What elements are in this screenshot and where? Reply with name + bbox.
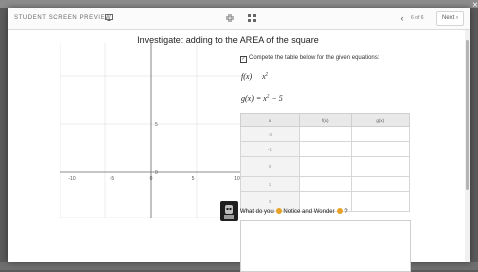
- modal-header: Student Screen Preview ‹ 6 of 6 Next ›: [8, 8, 470, 30]
- notice-suffix: ?: [344, 209, 348, 215]
- fx-input-cell[interactable]: [299, 141, 352, 157]
- table-header-fx: f(x): [299, 113, 352, 127]
- close-button[interactable]: ×: [470, 1, 478, 11]
- student-preview-modal: Student Screen Preview ‹ 6 of 6 Next › ×…: [8, 1, 478, 272]
- cast-icon[interactable]: [105, 14, 113, 21]
- response-input[interactable]: [240, 220, 411, 272]
- table-row: -3: [240, 126, 411, 142]
- g-tail: − 5: [269, 94, 283, 103]
- x-tick-label: 5: [192, 176, 195, 182]
- table-header-gx: g(x): [350, 113, 411, 127]
- page-count: 6 of 6: [411, 15, 424, 21]
- background-strip: [0, 0, 478, 8]
- x-value-cell: 1: [240, 176, 300, 192]
- thinking-emoji-icon: [337, 208, 344, 214]
- notice-prefix: What do you: [240, 209, 274, 215]
- fx-input-cell[interactable]: [299, 156, 352, 177]
- equation-g: g(x) = x2 − 5: [241, 94, 283, 103]
- gx-input-cell[interactable]: [350, 156, 411, 177]
- scrollbar-thumb[interactable]: [466, 40, 469, 190]
- gx-input-cell[interactable]: [350, 141, 411, 157]
- thinking-emoji-icon: [276, 208, 283, 214]
- equation-f: f(x) x2: [241, 72, 268, 81]
- gx-input-cell[interactable]: [350, 126, 411, 142]
- previous-button[interactable]: ‹: [397, 12, 407, 24]
- fx-input-cell[interactable]: [299, 126, 352, 142]
- table-row: 0: [240, 156, 411, 177]
- x-value-cell: -3: [240, 126, 300, 142]
- instructions-text: Compete the table below for the given eq…: [249, 55, 380, 61]
- gx-input-cell[interactable]: [350, 191, 411, 212]
- x-tick-label: -5: [110, 176, 115, 182]
- coordinate-graph[interactable]: -10 -5 0 5 10 5 0 -5: [60, 43, 242, 218]
- checkbox-icon: ✓: [240, 56, 247, 63]
- x-tick-label: 0: [150, 176, 153, 182]
- header-title: Student Screen Preview: [14, 15, 112, 21]
- avatar-icon: [220, 201, 238, 221]
- next-button-label: Next: [441, 15, 455, 21]
- fx-input-cell[interactable]: [299, 176, 352, 192]
- next-button[interactable]: Next ›: [436, 11, 464, 26]
- x-value-cell: 0: [240, 156, 300, 177]
- instructions: ✓ Compete the table below for the given e…: [240, 55, 379, 63]
- table-row: 1: [240, 176, 411, 192]
- gx-input-cell[interactable]: [350, 176, 411, 192]
- f-label: f(x): [241, 72, 253, 81]
- y-tick-label: 5: [155, 122, 158, 128]
- notice-middle: Notice and Wonder: [283, 209, 335, 215]
- notice-wonder-prompt: What do you Notice and Wonder ?: [240, 208, 348, 215]
- collapse-icon[interactable]: [226, 14, 234, 22]
- table-row: -1: [240, 141, 411, 157]
- f-exponent: 2: [265, 72, 269, 78]
- values-table: x f(x) g(x) -3 -1 0 1 3: [240, 113, 411, 212]
- x-value-cell: -1: [240, 141, 300, 157]
- grid-icon[interactable]: [248, 14, 256, 22]
- table-header-x: x: [240, 113, 300, 127]
- x-tick-label: -10: [68, 176, 75, 182]
- g-label: g(x) = x: [241, 94, 267, 103]
- y-tick-label: 0: [155, 170, 158, 176]
